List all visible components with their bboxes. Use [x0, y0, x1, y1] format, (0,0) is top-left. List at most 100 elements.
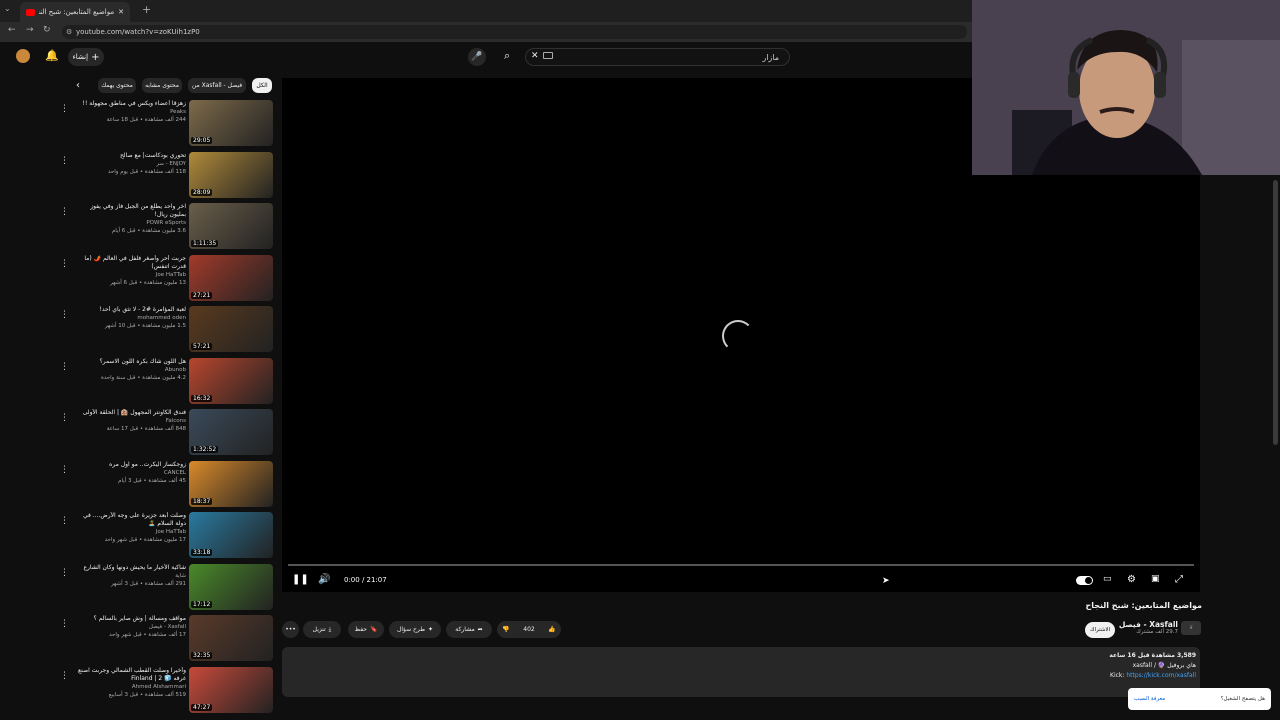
- list-item[interactable]: ⋮ شاكية الأخيار ما يحيش دونها وكان الشارع…: [60, 563, 274, 614]
- rec-channel[interactable]: CANCEL: [72, 469, 186, 477]
- autoplay-toggle[interactable]: [1076, 576, 1093, 585]
- rec-title[interactable]: وأخيرا وصلت القطب الشمالي وجربت اصنع غرف…: [72, 667, 186, 683]
- search-icon[interactable]: ⌕: [504, 49, 510, 63]
- search-input[interactable]: مازار: [525, 48, 790, 66]
- rec-title[interactable]: زوجكساز اليكرت.. مو اول مره: [72, 461, 186, 469]
- list-item[interactable]: ⋮ جربت أحر وأصغر فلفل في العالم 🌶️ (ما قد…: [60, 254, 274, 305]
- more-options-icon[interactable]: ⋮: [60, 413, 69, 423]
- create-button[interactable]: إنشاء +: [68, 48, 104, 66]
- new-tab-icon[interactable]: +: [142, 3, 151, 16]
- rec-thumbnail[interactable]: 29:05: [189, 100, 273, 146]
- browser-tab[interactable]: مواضيع المتابعين: شبح النجاح - ✕: [20, 2, 130, 22]
- site-info-icon[interactable]: ⚙: [66, 28, 72, 36]
- more-options-icon[interactable]: ⋮: [60, 568, 69, 578]
- rec-title[interactable]: مواقف ومسألة | وش صاير بالسالم ؟: [72, 615, 187, 623]
- chip-from-channel[interactable]: من Xasfall - فيصل: [188, 78, 246, 93]
- tab-list-chevron-icon[interactable]: ⌄: [4, 4, 11, 13]
- like-icon[interactable]: 👍: [548, 626, 555, 633]
- list-item[interactable]: ⋮ وأخيرا وصلت القطب الشمالي وجربت اصنع غر…: [60, 666, 274, 717]
- chip-all[interactable]: الكل: [252, 78, 272, 93]
- subscribe-button[interactable]: الاشتراك: [1085, 622, 1115, 638]
- rec-channel[interactable]: mohammed oden: [72, 314, 186, 322]
- avatar[interactable]: [16, 49, 30, 63]
- volume-icon[interactable]: 🔊: [318, 574, 330, 585]
- chip-similar-content[interactable]: محتوى مشابه: [142, 78, 182, 93]
- chip-content-for-you[interactable]: محتوى يهمك: [98, 78, 136, 93]
- rec-channel[interactable]: شاية: [72, 572, 186, 580]
- rec-title[interactable]: هل اللون شاك بكره اللون الاسمر؟: [72, 358, 186, 366]
- more-options-icon[interactable]: ⋮: [60, 310, 69, 320]
- more-options-icon[interactable]: ⋮: [60, 104, 69, 114]
- rec-channel[interactable]: Peaks: [72, 108, 186, 116]
- fullscreen-icon[interactable]: ⤢: [1175, 574, 1183, 585]
- rec-thumbnail[interactable]: 1:11:35: [189, 203, 273, 249]
- popup-action-link[interactable]: معرفة السبب: [1134, 696, 1165, 702]
- list-item[interactable]: ⋮ زوجكساز اليكرت.. مو اول مره CANCEL 45 ألف…: [60, 460, 274, 511]
- rec-title[interactable]: وصلت أبعد جزيرة على وجه الأرض.... في دول…: [72, 512, 186, 528]
- tab-close-icon[interactable]: ✕: [118, 8, 124, 16]
- more-options-icon[interactable]: ⋮: [60, 619, 69, 629]
- rec-title[interactable]: فندق الكاونتر المجهول 🏨 | الحلقة الأولى: [72, 409, 186, 417]
- rec-thumbnail[interactable]: 17:12: [189, 563, 273, 610]
- rec-channel[interactable]: Falcons: [72, 417, 186, 425]
- clear-search-icon[interactable]: ✕: [531, 51, 539, 61]
- rec-title[interactable]: تحوري بودكاست| مع صالح: [72, 152, 186, 160]
- list-item[interactable]: ⋮ مواقف ومسألة | وش صاير بالسالم ؟ Xasfall…: [60, 615, 274, 665]
- rec-channel[interactable]: Joe HaTTab: [72, 271, 186, 279]
- rec-thumbnail[interactable]: 28:09: [189, 151, 273, 198]
- pause-icon[interactable]: ❚❚: [292, 574, 309, 585]
- forward-icon[interactable]: →: [26, 25, 34, 35]
- more-actions-button[interactable]: •••: [282, 621, 299, 638]
- rec-thumbnail[interactable]: 32:35: [189, 615, 273, 661]
- dislike-icon[interactable]: 👎: [502, 626, 509, 633]
- save-button[interactable]: حفظ 🔖: [348, 621, 384, 638]
- list-item[interactable]: ⋮ وصلت أبعد جزيرة على وجه الأرض.... في دو…: [60, 512, 274, 562]
- rec-thumbnail[interactable]: 18:37: [189, 460, 273, 507]
- reload-icon[interactable]: ↻: [43, 25, 51, 35]
- rec-channel[interactable]: Abunob: [72, 366, 186, 374]
- list-item[interactable]: ⋮ تحوري بودكاست| مع صالح ENJOY - سر 118 ألف…: [60, 151, 274, 202]
- rec-channel[interactable]: Ahmed Alshammari: [72, 683, 186, 691]
- rec-thumbnail[interactable]: 47:27: [189, 666, 273, 713]
- more-options-icon[interactable]: ⋮: [60, 207, 69, 217]
- theater-mode-icon[interactable]: ▣: [1151, 574, 1160, 584]
- captions-icon[interactable]: ▭: [1103, 574, 1112, 584]
- settings-gear-icon[interactable]: ⚙: [1127, 574, 1136, 585]
- list-item[interactable]: ⋮ هل اللون شاك بكره اللون الاسمر؟ Abunob 4.…: [60, 357, 274, 408]
- list-item[interactable]: ⋮ لعبة المؤامرة #2 - لا تثق بأي أحد! moham…: [60, 306, 274, 356]
- notifications-bell-icon[interactable]: 🔔: [45, 49, 59, 62]
- share-button[interactable]: مشاركة ➦: [446, 621, 492, 638]
- more-options-icon[interactable]: ⋮: [60, 465, 69, 475]
- progress-bar[interactable]: [288, 564, 1194, 566]
- rec-channel[interactable]: ENJOY - سر: [72, 160, 186, 168]
- chips-prev-icon[interactable]: ‹: [76, 80, 80, 91]
- more-options-icon[interactable]: ⋮: [60, 671, 69, 681]
- download-button[interactable]: تنزيل ⤓: [303, 621, 341, 638]
- list-item[interactable]: ⋮ فندق الكاونتر المجهول 🏨 | الحلقة الأولى…: [60, 409, 274, 459]
- address-bar[interactable]: ⚙ youtube.com/watch?v=zoKUih1zP0: [62, 25, 967, 39]
- rec-thumbnail[interactable]: 1:32:52: [189, 409, 273, 455]
- channel-avatar[interactable]: 𝔛: [1181, 621, 1201, 635]
- rec-thumbnail[interactable]: 27:21: [189, 254, 273, 301]
- ask-button[interactable]: طرح سؤال ✦: [389, 621, 441, 638]
- rec-title[interactable]: جربت أحر وأصغر فلفل في العالم 🌶️ (ما قدر…: [72, 255, 186, 271]
- rec-thumbnail[interactable]: 57:21: [189, 306, 273, 352]
- list-item[interactable]: ⋮ زهزقا أعضاء ويكس في مناطق مجهولة !! Peak…: [60, 100, 274, 150]
- rec-thumbnail[interactable]: 16:32: [189, 357, 273, 404]
- more-options-icon[interactable]: ⋮: [60, 516, 69, 526]
- keyboard-icon[interactable]: [543, 52, 553, 59]
- rec-title[interactable]: لعبة المؤامرة #2 - لا تثق بأي أحد!: [72, 306, 186, 314]
- rec-title[interactable]: آخر واحد يطلع من الجبل فاز وفي يفوز بملي…: [72, 203, 186, 219]
- more-options-icon[interactable]: ⋮: [60, 156, 69, 166]
- back-icon[interactable]: ←: [8, 25, 16, 35]
- rec-channel[interactable]: Xasfall - فيصل: [72, 623, 186, 631]
- kick-link[interactable]: https://kick.com/xasfall: [1126, 672, 1196, 679]
- rec-thumbnail[interactable]: 33:18: [189, 512, 273, 558]
- rec-title[interactable]: زهزقا أعضاء ويكس في مناطق مجهولة !!: [72, 100, 186, 108]
- rec-channel[interactable]: POWR eSports: [72, 219, 186, 227]
- more-options-icon[interactable]: ⋮: [60, 259, 69, 269]
- list-item[interactable]: ⋮ آخر واحد يطلع من الجبل فاز وفي يفوز بمل…: [60, 203, 274, 253]
- rec-title[interactable]: شاكية الأخيار ما يحيش دونها وكان الشارع: [72, 564, 186, 572]
- rec-channel[interactable]: Joe HaTTab: [72, 528, 186, 536]
- voice-search-icon[interactable]: 🎤: [468, 48, 486, 66]
